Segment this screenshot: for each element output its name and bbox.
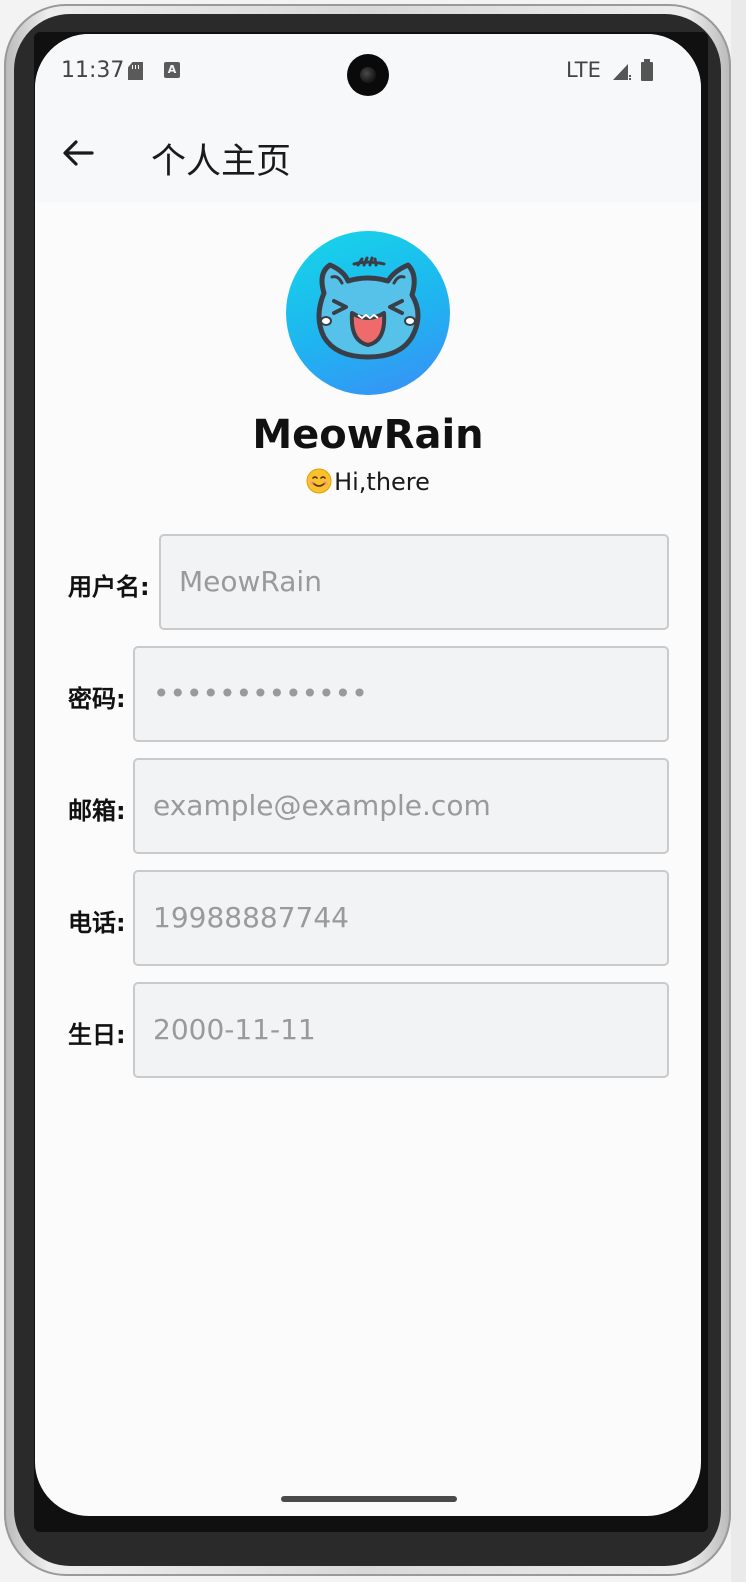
home-indicator[interactable] bbox=[281, 1496, 457, 1502]
phone-label: 电话: bbox=[68, 909, 126, 937]
password-field[interactable]: ••••••••••••• bbox=[133, 646, 669, 742]
background-strip bbox=[731, 0, 746, 1582]
arrow-left-icon bbox=[63, 140, 94, 166]
device-mockup: 11:37 A LTE 个人主页 MeowRain Hi,there 用户名: … bbox=[0, 0, 746, 1582]
bio-text: Hi,there bbox=[334, 468, 430, 496]
profile-bio: Hi,there bbox=[35, 468, 701, 496]
smile-emoji-icon bbox=[306, 468, 332, 494]
status-time: 11:37 bbox=[61, 58, 125, 83]
cat-avatar-icon bbox=[316, 256, 421, 360]
network-type: LTE bbox=[566, 58, 601, 82]
birthday-field[interactable]: 2000-11-11 bbox=[133, 982, 669, 1078]
a-notification-icon: A bbox=[164, 62, 180, 78]
signal-icon bbox=[613, 64, 631, 80]
birthday-label: 生日: bbox=[68, 1021, 126, 1049]
email-label: 邮箱: bbox=[68, 797, 126, 825]
app-bar: 11:37 A LTE 个人主页 bbox=[35, 34, 701, 202]
username-label: 用户名: bbox=[68, 573, 150, 601]
email-field[interactable]: example@example.com bbox=[133, 758, 669, 854]
status-bar: 11:37 A LTE bbox=[35, 34, 701, 106]
phone-screen: 11:37 A LTE 个人主页 MeowRain Hi,there 用户名: … bbox=[35, 34, 701, 1516]
phone-field[interactable]: 19988887744 bbox=[133, 870, 669, 966]
sd-card-icon bbox=[128, 62, 143, 80]
battery-icon bbox=[641, 59, 653, 81]
profile-name: MeowRain bbox=[252, 412, 484, 458]
back-button[interactable] bbox=[53, 126, 105, 178]
profile-avatar[interactable] bbox=[286, 231, 450, 395]
password-label: 密码: bbox=[68, 685, 126, 713]
page-title: 个人主页 bbox=[151, 142, 292, 182]
front-camera bbox=[347, 54, 389, 96]
username-field[interactable]: MeowRain bbox=[159, 534, 669, 630]
